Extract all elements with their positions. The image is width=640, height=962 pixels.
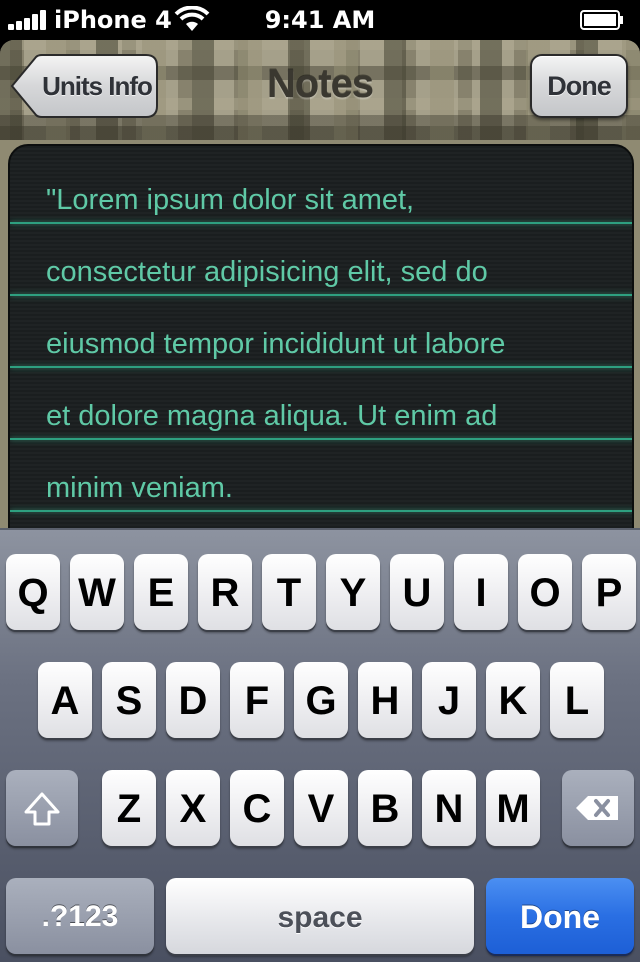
key-b[interactable]: B	[358, 770, 412, 846]
key-t[interactable]: T	[262, 554, 316, 630]
keyboard: Q W E R T Y U I O P A S D F G H J K L Z …	[0, 528, 640, 962]
key-i[interactable]: I	[454, 554, 508, 630]
key-g[interactable]: G	[294, 662, 348, 738]
numbers-key[interactable]: .?123	[6, 878, 154, 954]
navigation-bar: Notes Units Info Done	[0, 40, 640, 140]
key-e[interactable]: E	[134, 554, 188, 630]
key-v[interactable]: V	[294, 770, 348, 846]
note-rule	[10, 222, 632, 224]
keyboard-done-key[interactable]: Done	[486, 878, 634, 954]
key-a[interactable]: A	[38, 662, 92, 738]
shift-key[interactable]	[6, 770, 78, 846]
delete-key[interactable]	[562, 770, 634, 846]
space-key[interactable]: space	[166, 878, 474, 954]
note-line-text: consectetur adipisicing elit, sed do	[46, 256, 488, 288]
key-y[interactable]: Y	[326, 554, 380, 630]
key-f[interactable]: F	[230, 662, 284, 738]
key-z[interactable]: Z	[102, 770, 156, 846]
key-s[interactable]: S	[102, 662, 156, 738]
back-button-label: Units Info	[42, 71, 153, 101]
delete-icon	[576, 796, 618, 820]
key-x[interactable]: X	[166, 770, 220, 846]
key-u[interactable]: U	[390, 554, 444, 630]
key-k[interactable]: K	[486, 662, 540, 738]
battery-icon	[580, 10, 623, 30]
shift-icon	[24, 792, 60, 826]
note-rule	[10, 510, 632, 512]
note-line-text: eiusmod tempor incididunt ut labore	[46, 328, 506, 360]
key-p[interactable]: P	[582, 554, 636, 630]
status-bar: iPhone 4 9:41 AM	[0, 0, 640, 40]
key-w[interactable]: W	[70, 554, 124, 630]
note-rule	[10, 366, 632, 368]
key-m[interactable]: M	[486, 770, 540, 846]
note-line-text: "Lorem ipsum dolor sit amet,	[46, 184, 415, 216]
key-n[interactable]: N	[422, 770, 476, 846]
note-line-text: et dolore magna aliqua. Ut enim ad	[46, 400, 498, 432]
note-rule	[10, 294, 632, 296]
key-h[interactable]: H	[358, 662, 412, 738]
note-line-text: minim veniam.	[46, 472, 233, 504]
content-frame: "Lorem ipsum dolor sit amet, consectetur…	[0, 140, 640, 544]
notes-text-area[interactable]: "Lorem ipsum dolor sit amet, consectetur…	[8, 144, 634, 544]
note-rule	[10, 438, 632, 440]
key-o[interactable]: O	[518, 554, 572, 630]
key-q[interactable]: Q	[6, 554, 60, 630]
done-button[interactable]: Done	[530, 54, 628, 118]
back-button[interactable]: Units Info	[10, 54, 158, 118]
key-d[interactable]: D	[166, 662, 220, 738]
key-r[interactable]: R	[198, 554, 252, 630]
key-c[interactable]: C	[230, 770, 284, 846]
key-j[interactable]: J	[422, 662, 476, 738]
status-time: 9:41 AM	[264, 6, 376, 34]
key-l[interactable]: L	[550, 662, 604, 738]
